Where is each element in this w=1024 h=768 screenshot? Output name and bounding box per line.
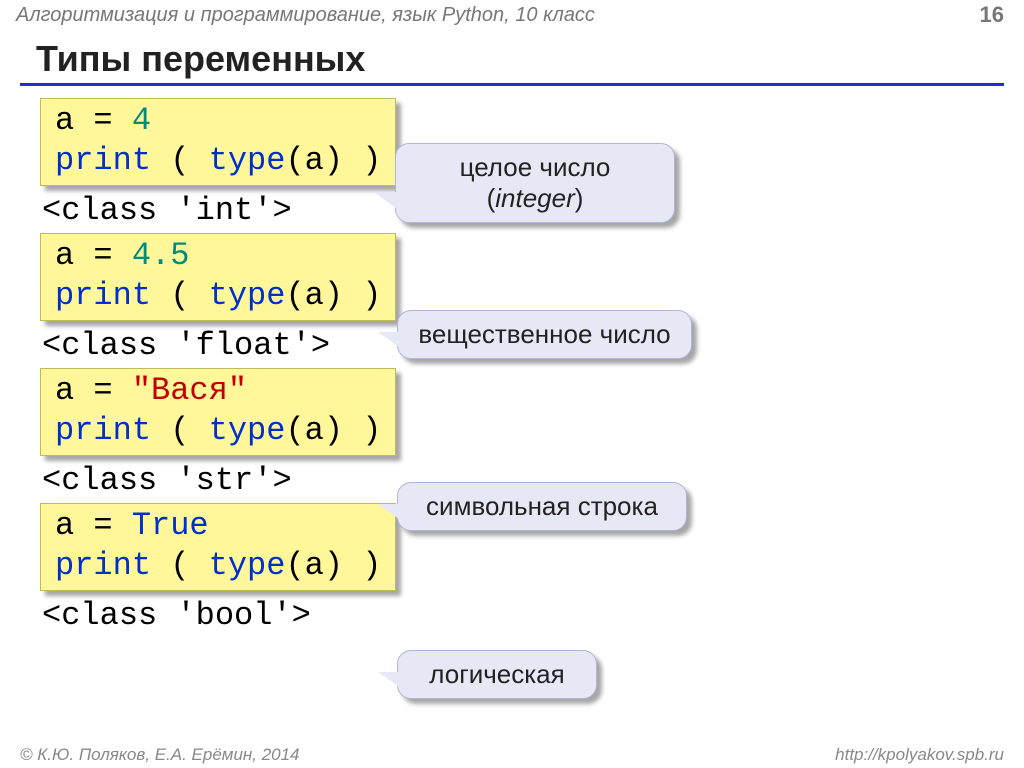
callout-text: вещественное число — [418, 319, 670, 349]
slide-title: Типы переменных — [36, 38, 1024, 80]
callout-str: символьная строка — [397, 482, 687, 531]
code-token: a — [55, 372, 74, 409]
callout-text: целое число — [460, 152, 611, 182]
code-token: "Вася" — [132, 372, 247, 409]
code-token: ( — [151, 547, 209, 584]
code-token: ) — [343, 547, 381, 584]
callout-text: ( — [487, 183, 496, 213]
page-number: 16 — [980, 2, 1004, 28]
callout-tail-icon — [378, 504, 406, 524]
code-token: ) — [343, 277, 381, 314]
code-box-int: a = 4 print ( type(a) ) — [40, 98, 396, 186]
code-token: ( — [151, 142, 209, 179]
code-token: ) — [343, 412, 381, 449]
code-token: (a) — [285, 142, 343, 179]
callout-int: целое число (integer) — [395, 143, 675, 223]
output-bool: <class 'bool'> — [42, 597, 1024, 634]
code-token: ( — [151, 277, 209, 314]
code-token: type — [209, 412, 286, 449]
code-token: (a) — [285, 412, 343, 449]
code-token: a — [55, 237, 74, 274]
code-token: ) — [343, 142, 381, 179]
code-box-str: a = "Вася" print ( type(a) ) — [40, 368, 396, 456]
callout-float: вещественное число — [397, 310, 692, 359]
code-token: print — [55, 277, 151, 314]
code-token: print — [55, 412, 151, 449]
code-token: a — [55, 507, 74, 544]
code-token: (a) — [285, 277, 343, 314]
code-token: type — [209, 547, 286, 584]
code-token: print — [55, 142, 151, 179]
callout-bool: логическая — [397, 650, 597, 699]
footer-copyright: © К.Ю. Поляков, Е.А. Ерёмин, 2014 — [20, 745, 300, 765]
callout-text: символьная строка — [426, 491, 658, 521]
callout-text: логическая — [429, 659, 564, 689]
footer-url: http://kpolyakov.spb.ru — [835, 745, 1004, 765]
header-title: Алгоритмизация и программирование, язык … — [16, 4, 595, 27]
code-token: = — [74, 237, 132, 274]
callout-tail-icon — [378, 332, 406, 352]
code-box-float: a = 4.5 print ( type(a) ) — [40, 233, 396, 321]
code-token: type — [209, 142, 286, 179]
callout-tail-icon — [378, 672, 406, 692]
code-token: True — [132, 507, 209, 544]
code-token: type — [209, 277, 286, 314]
code-token: 4 — [132, 102, 151, 139]
code-token: print — [55, 547, 151, 584]
callout-text: ) — [575, 183, 584, 213]
code-token: = — [74, 102, 132, 139]
code-token: = — [74, 372, 132, 409]
code-token: 4.5 — [132, 237, 190, 274]
code-token: = — [74, 507, 132, 544]
code-token: ( — [151, 412, 209, 449]
callout-text: integer — [495, 183, 575, 213]
code-box-bool: a = True print ( type(a) ) — [40, 503, 396, 591]
callout-tail-icon — [374, 192, 404, 214]
code-token: a — [55, 102, 74, 139]
code-token: (a) — [285, 547, 343, 584]
